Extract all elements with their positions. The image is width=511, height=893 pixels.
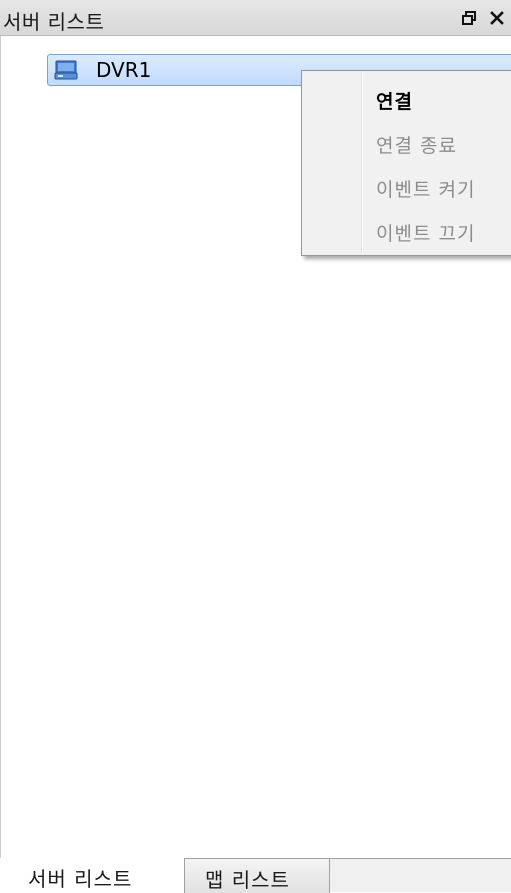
- menu-item-label: 이벤트 끄기: [376, 223, 476, 245]
- restore-window-icon: [462, 11, 476, 25]
- tab-map-list[interactable]: 맵 리스트: [185, 858, 330, 893]
- panel-title-bar[interactable]: 서버 리스트: [0, 0, 511, 36]
- close-button[interactable]: [487, 8, 507, 28]
- menu-item-label: 연결 종료: [376, 135, 457, 157]
- menu-item-disconnect: 연결 종료: [304, 123, 511, 163]
- context-menu: 연결 연결 종료 이벤트 켜기 이벤트 끄기: [301, 70, 511, 256]
- menu-item-connect[interactable]: 연결: [304, 79, 511, 119]
- dvr-server-icon: [54, 60, 78, 80]
- menu-item-label: 이벤트 켜기: [376, 179, 476, 201]
- menu-item-event-on: 이벤트 켜기: [304, 167, 511, 207]
- menu-item-label: 연결: [376, 91, 413, 113]
- tree-item-label: DVR1: [96, 58, 152, 82]
- bottom-tab-bar: 서버 리스트 맵 리스트: [0, 858, 511, 893]
- tab-label: 서버 리스트: [28, 867, 133, 891]
- menu-item-event-off: 이벤트 끄기: [304, 211, 511, 251]
- panel-title: 서버 리스트: [3, 10, 105, 34]
- tab-label: 맵 리스트: [205, 868, 290, 892]
- restore-window-button[interactable]: [459, 8, 479, 28]
- server-list-panel: 서버 리스트 DVR1 연결 연결 종료 이벤트 켜기 이벤트 끄기 서버 리스…: [0, 0, 511, 893]
- tab-server-list[interactable]: 서버 리스트: [0, 858, 185, 893]
- close-icon: [490, 11, 504, 25]
